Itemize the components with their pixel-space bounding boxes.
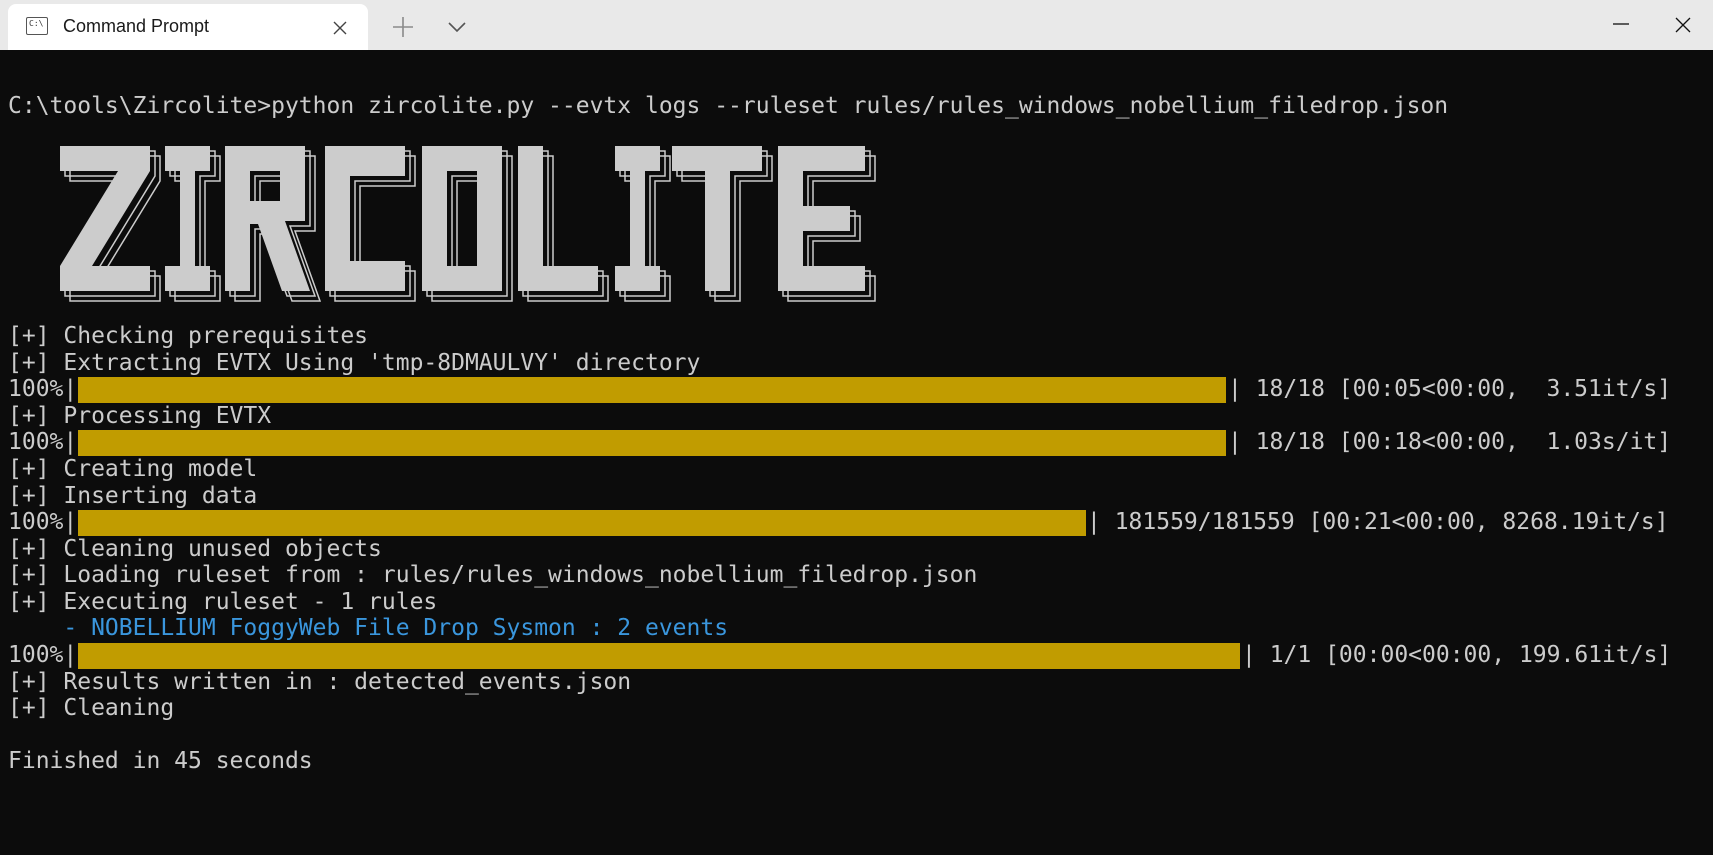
command-line: C:\tools\Zircolite>python zircolite.py -… bbox=[8, 93, 1449, 119]
status-line: [+] Loading ruleset from : rules/rules_w… bbox=[8, 562, 978, 588]
progress-stats: | 1/1 [00:00<00:00, 199.61it/s] bbox=[1242, 642, 1672, 668]
status-line: [+] Inserting data bbox=[8, 483, 258, 509]
tab-title: Command Prompt bbox=[63, 16, 210, 36]
zircolite-banner bbox=[60, 146, 876, 302]
terminal-icon: C:\ bbox=[26, 17, 48, 35]
status-line: [+] Executing ruleset - 1 rules bbox=[8, 589, 438, 615]
minimize-button[interactable] bbox=[1590, 0, 1652, 50]
status-line: [+] Creating model bbox=[8, 456, 258, 482]
close-tab-icon[interactable] bbox=[330, 18, 350, 38]
chevron-down-icon bbox=[448, 22, 466, 33]
title-bar: C:\ Command Prompt bbox=[0, 0, 1713, 50]
progress-bar bbox=[78, 377, 1226, 403]
progress-stats: | 18/18 [00:05<00:00, 3.51it/s] bbox=[1228, 376, 1672, 402]
finished-line: Finished in 45 seconds bbox=[8, 748, 313, 774]
minimize-icon bbox=[1613, 23, 1629, 25]
progress-stats: | 18/18 [00:18<00:00, 1.03s/it] bbox=[1228, 429, 1672, 455]
status-line: [+] Extracting EVTX Using 'tmp-8DMAULVY'… bbox=[8, 350, 701, 376]
close-window-button[interactable] bbox=[1652, 0, 1713, 50]
terminal-icon-label: C:\ bbox=[29, 19, 44, 28]
plus-icon bbox=[393, 17, 413, 37]
status-line: [+] Results written in : detected_events… bbox=[8, 669, 632, 695]
progress-prefix: 100%| bbox=[8, 642, 78, 668]
rule-hit-line: - NOBELLIUM FoggyWeb File Drop Sysmon : … bbox=[8, 615, 729, 641]
progress-bar bbox=[78, 643, 1240, 669]
console-output[interactable]: C:\tools\Zircolite>python zircolite.py -… bbox=[0, 50, 1713, 855]
status-line: [+] Checking prerequisites bbox=[8, 323, 369, 349]
new-tab-button[interactable] bbox=[390, 14, 416, 40]
close-icon bbox=[1675, 17, 1691, 33]
progress-stats: | 181559/181559 [00:21<00:00, 8268.19it/… bbox=[1087, 509, 1669, 535]
progress-prefix: 100%| bbox=[8, 376, 78, 402]
status-line: [+] Cleaning bbox=[8, 695, 175, 721]
progress-bar bbox=[78, 510, 1086, 536]
progress-prefix: 100%| bbox=[8, 509, 78, 535]
status-line: [+] Processing EVTX bbox=[8, 403, 272, 429]
tab-dropdown-button[interactable] bbox=[444, 16, 470, 38]
tab-command-prompt[interactable]: C:\ Command Prompt bbox=[8, 4, 368, 50]
progress-bar bbox=[78, 430, 1226, 456]
status-line: [+] Cleaning unused objects bbox=[8, 536, 382, 562]
progress-prefix: 100%| bbox=[8, 429, 78, 455]
